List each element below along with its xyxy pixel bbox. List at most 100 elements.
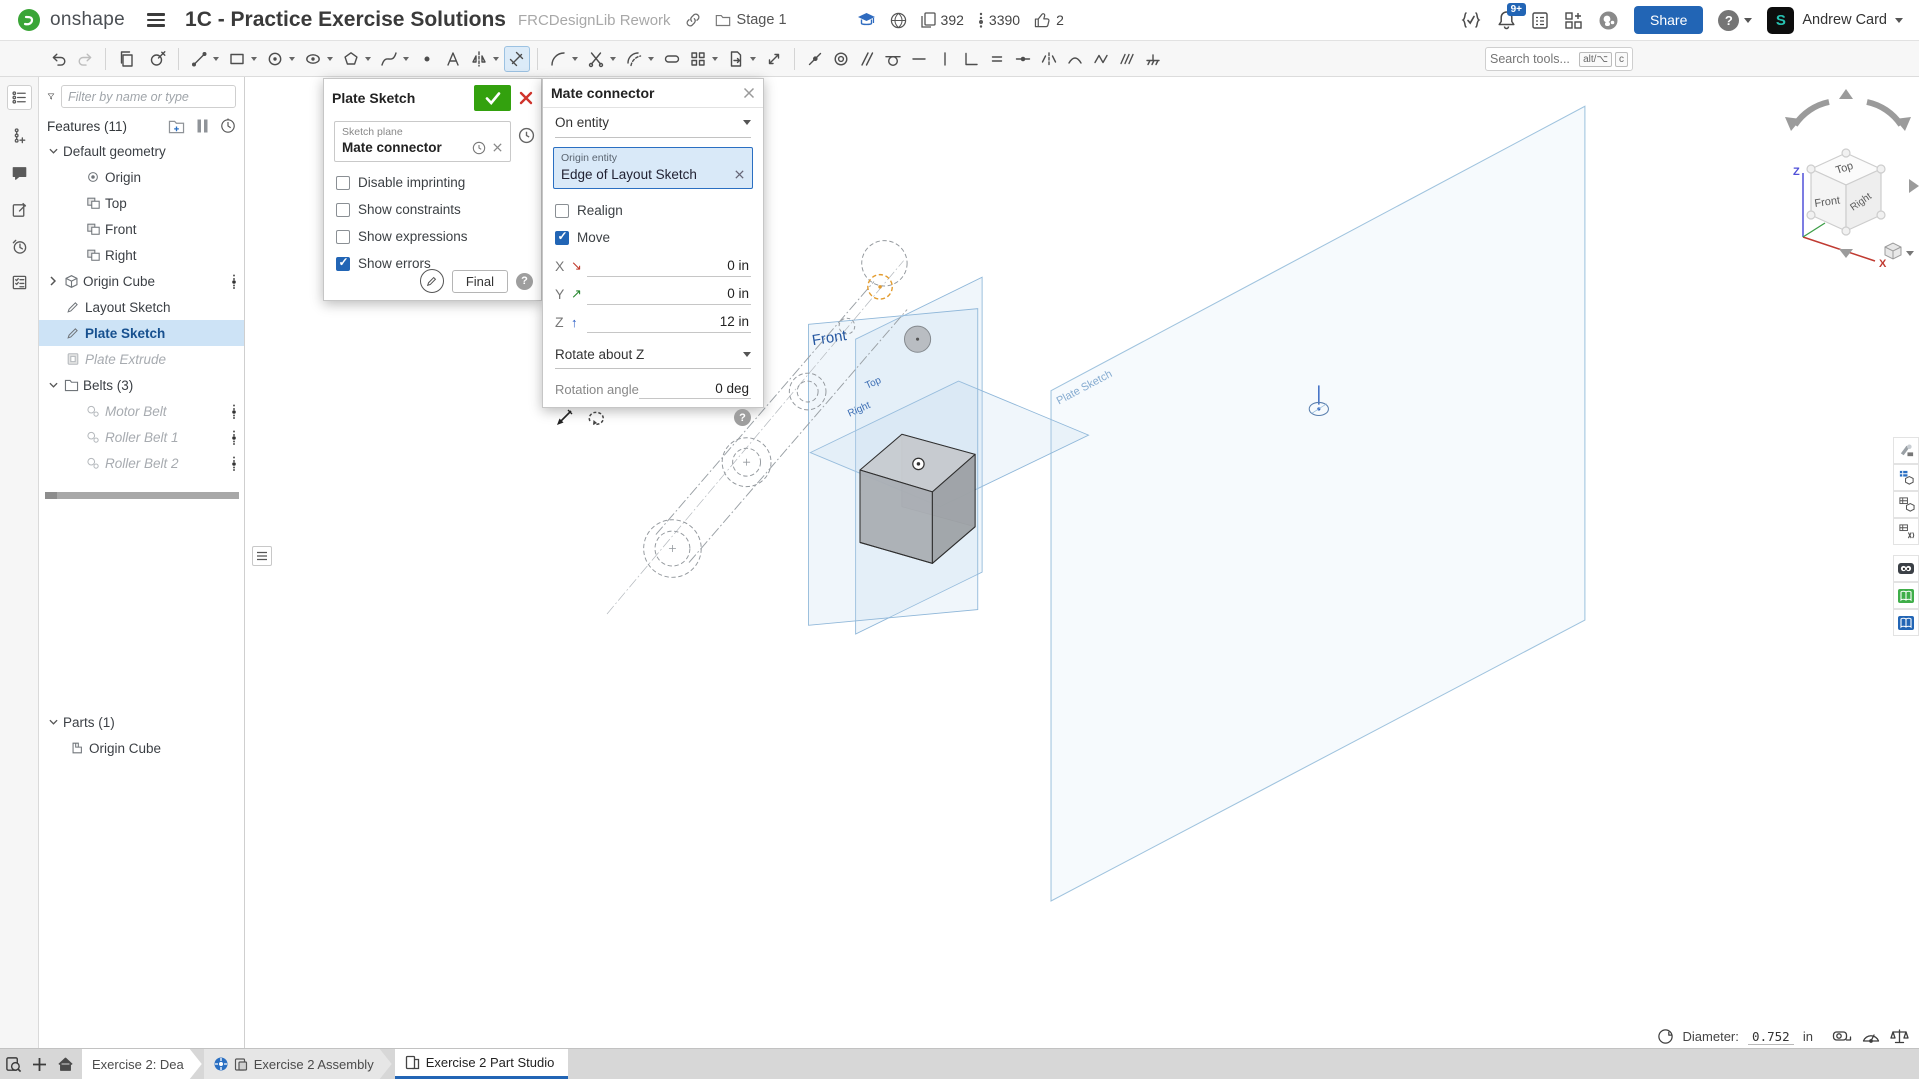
public-globe-icon[interactable]: [890, 12, 907, 29]
stat-likes[interactable]: 2: [1034, 12, 1064, 28]
clear-selection-icon[interactable]: [734, 169, 745, 180]
tab-exercise-2-part-studio[interactable]: Exercise 2 Part Studio: [395, 1049, 569, 1079]
tree-item-top-plane[interactable]: Top: [39, 190, 244, 216]
constraint-horizontal-icon[interactable]: [906, 46, 932, 72]
tree-item-right-plane[interactable]: Right: [39, 242, 244, 268]
y-offset-value[interactable]: 0 in: [587, 283, 751, 305]
learning-center-panel-icon[interactable]: [1893, 582, 1919, 609]
spline-tool-icon[interactable]: [376, 46, 402, 72]
stat-copies[interactable]: 392: [921, 12, 964, 28]
insert-dxf-menu[interactable]: [750, 57, 756, 61]
checkbox-checked[interactable]: [555, 231, 569, 245]
sketch-settings-icon[interactable]: [145, 46, 171, 72]
tree-item-roller-belt-1[interactable]: Roller Belt 1: [39, 424, 244, 450]
tree-item-roller-belt-2[interactable]: Roller Belt 2: [39, 450, 244, 476]
help-icon[interactable]: ?: [516, 273, 533, 290]
tab-exercise-2-assembly[interactable]: Exercise 2 Assembly: [204, 1049, 392, 1079]
tree-item-layout-sketch[interactable]: Layout Sketch: [39, 294, 244, 320]
constraint-equal-icon[interactable]: [984, 46, 1010, 72]
constraint-coincident-icon[interactable]: [802, 46, 828, 72]
disable-imprinting-checkbox[interactable]: Disable imprinting: [336, 169, 541, 196]
new-tab-button[interactable]: [26, 1049, 52, 1079]
apps-grid-icon[interactable]: [1564, 11, 1583, 30]
close-icon[interactable]: [743, 87, 755, 99]
checkbox-unchecked[interactable]: [336, 230, 350, 244]
mate-connector-dialog-header[interactable]: Mate connector: [543, 79, 763, 108]
show-expressions-checkbox[interactable]: Show expressions: [336, 223, 541, 250]
construction-toggle-icon[interactable]: [1114, 46, 1140, 72]
item-menu-icon[interactable]: [232, 404, 236, 419]
text-tool-icon[interactable]: [440, 46, 466, 72]
realign-checkbox[interactable]: Realign: [555, 197, 763, 224]
parts-header-row[interactable]: Parts (1): [39, 709, 244, 735]
item-menu-icon[interactable]: [232, 456, 236, 471]
feature-list-panel-icon[interactable]: [7, 85, 32, 110]
insert-dxf-icon[interactable]: [723, 46, 749, 72]
featurescript-panel-icon[interactable]: [1893, 555, 1919, 582]
view-menu-cube-icon[interactable]: [1885, 243, 1914, 259]
checkbox-unchecked[interactable]: [336, 176, 350, 190]
spline-tool-menu[interactable]: [403, 57, 409, 61]
measure-tape-icon[interactable]: [1832, 1028, 1852, 1045]
plate-sketch-dialog-header[interactable]: Plate Sketch: [324, 79, 541, 117]
reorient-secondary-axis-icon[interactable]: [586, 409, 606, 426]
chevron-down-icon[interactable]: [45, 719, 61, 725]
dimension-tool-icon[interactable]: [504, 46, 530, 72]
config-variables-panel-icon[interactable]: [1893, 491, 1919, 518]
ellipse-tool-menu[interactable]: [327, 57, 333, 61]
new-folder-icon[interactable]: [168, 119, 185, 134]
part-item-origin-cube[interactable]: Origin Cube: [39, 735, 244, 761]
tab-manager-icon[interactable]: [0, 1049, 26, 1079]
offset-tool-icon[interactable]: [621, 46, 647, 72]
feature-expressions-panel-icon[interactable]: [1893, 518, 1919, 545]
show-constraints-checkbox[interactable]: Show constraints: [336, 196, 541, 223]
constraint-tangent-icon[interactable]: [880, 46, 906, 72]
link-icon[interactable]: [685, 12, 701, 28]
suppress-clock-icon[interactable]: [518, 127, 535, 144]
user-menu[interactable]: S Andrew Card: [1767, 7, 1903, 34]
share-button[interactable]: Share: [1634, 6, 1703, 34]
undo-button[interactable]: [46, 46, 72, 72]
deferred-clock-icon[interactable]: [472, 141, 486, 155]
ai-assistant-icon[interactable]: [1598, 10, 1619, 31]
circle-tool-menu[interactable]: [289, 57, 295, 61]
configurations-panel-icon[interactable]: [1893, 464, 1919, 491]
chevron-down-icon[interactable]: [45, 148, 61, 154]
trim-tool-menu[interactable]: [610, 57, 616, 61]
featurescript-check-icon[interactable]: [1460, 11, 1482, 29]
pattern-tool-icon[interactable]: [685, 46, 711, 72]
notes-panel-icon[interactable]: [7, 198, 32, 223]
checkbox-checked[interactable]: [336, 257, 350, 271]
breadcrumb[interactable]: Stage 1: [715, 12, 787, 28]
constraint-normal-icon[interactable]: [1062, 46, 1088, 72]
mirror-tool-menu[interactable]: [493, 57, 499, 61]
documentation-panel-icon[interactable]: [1893, 609, 1919, 636]
fillet-tool-menu[interactable]: [572, 57, 578, 61]
help-icon[interactable]: ?: [734, 409, 751, 426]
comments-panel-icon[interactable]: [7, 161, 32, 186]
constraint-symmetric-icon[interactable]: [1036, 46, 1062, 72]
constraint-parallel-icon[interactable]: [854, 46, 880, 72]
checkbox-unchecked[interactable]: [336, 203, 350, 217]
home-tab-button[interactable]: [52, 1049, 78, 1079]
appearance-panel-icon[interactable]: [1893, 437, 1919, 464]
item-menu-icon[interactable]: [232, 274, 236, 289]
trim-tool-icon[interactable]: [583, 46, 609, 72]
flip-primary-axis-icon[interactable]: [555, 409, 574, 426]
onshape-logo[interactable]: onshape: [16, 7, 125, 33]
versions-panel-icon[interactable]: [7, 123, 32, 148]
x-offset-value[interactable]: 0 in: [587, 255, 751, 277]
tree-item-default-geometry[interactable]: Default geometry: [39, 138, 244, 164]
tab-exercise-2-drawing[interactable]: Exercise 2: Dea: [82, 1049, 202, 1079]
transform-tool-icon[interactable]: [761, 46, 787, 72]
tree-item-front-plane[interactable]: Front: [39, 216, 244, 242]
constraint-fix-icon[interactable]: [1140, 46, 1166, 72]
constraint-perpendicular-icon[interactable]: [958, 46, 984, 72]
origin-entity-field[interactable]: Origin entity Edge of Layout Sketch: [553, 147, 753, 189]
stat-views[interactable]: 3390: [978, 12, 1020, 29]
paste-sketch-icon[interactable]: [113, 46, 139, 72]
main-menu-icon[interactable]: [147, 13, 165, 27]
tree-item-origin[interactable]: Origin: [39, 164, 244, 190]
panel-handle-button[interactable]: [252, 546, 272, 566]
constraint-vertical-icon[interactable]: [932, 46, 958, 72]
